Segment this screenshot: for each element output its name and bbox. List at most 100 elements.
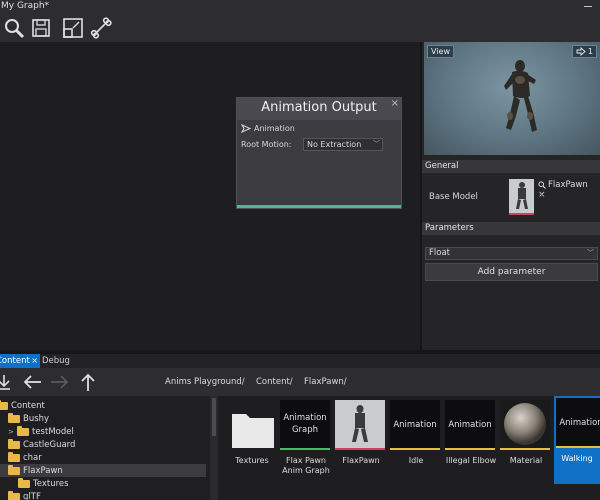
resize-icon[interactable] — [60, 15, 86, 41]
camera-button[interactable]: 1 — [571, 45, 597, 58]
asset-name: Walking — [561, 454, 593, 463]
breadcrumb-item[interactable]: Content/ — [256, 377, 293, 387]
animation-output-node[interactable]: Animation Output × Animation Root Motion… — [236, 97, 402, 209]
root-motion-select[interactable]: No Extraction ﹀ — [303, 138, 383, 151]
asset-item-walking[interactable]: Animation Walking — [554, 396, 600, 484]
tab-debug[interactable]: Debug — [42, 354, 70, 368]
view-button[interactable]: View — [427, 45, 454, 58]
folder-tree: Content Bushy > testModel CastleGuard ch… — [0, 396, 210, 500]
base-model-name: FlaxPawn — [548, 180, 588, 190]
general-header[interactable]: General — [422, 160, 600, 173]
folder-icon — [232, 414, 274, 448]
scrollbar-thumb[interactable] — [212, 398, 216, 436]
tree-item-label: FlaxPawn — [23, 465, 63, 476]
breadcrumb-item[interactable]: FlaxPawn/ — [304, 377, 347, 387]
asset-name: Flax Pawn Anim Graph — [282, 456, 330, 475]
chevron-down-icon: ﹀ — [373, 140, 380, 148]
asset-thumbnail: Animation — [445, 400, 495, 450]
animation-pin-label: Animation — [254, 124, 295, 133]
root-motion-value: No Extraction — [307, 140, 362, 149]
search-icon[interactable] — [538, 181, 546, 189]
asset-item-anim-graph[interactable]: Animation Graph Flax Pawn Anim Graph — [280, 398, 332, 486]
folder-icon — [8, 464, 20, 475]
import-icon[interactable] — [0, 372, 14, 392]
asset-thumbnail: Animation — [556, 398, 600, 448]
root-motion-row: Root Motion: — [241, 140, 291, 149]
asset-type-text: Animation — [559, 418, 600, 428]
tree-item-textures[interactable]: Textures — [18, 477, 69, 490]
base-model-value[interactable]: FlaxPawn — [538, 180, 588, 190]
tree-item-char[interactable]: char — [8, 451, 42, 464]
window-title: My Graph* — [1, 1, 50, 11]
forward-arrow-icon[interactable] — [50, 372, 70, 392]
chevron-down-icon: ﹀ — [587, 249, 594, 257]
tree-item-label: testModel — [32, 426, 74, 437]
node-header[interactable]: Animation Output × — [237, 98, 401, 120]
material-sphere-image — [504, 403, 546, 445]
tree-item-label: Textures — [33, 478, 69, 489]
asset-item-material[interactable]: Material — [500, 398, 552, 486]
save-icon[interactable] — [28, 15, 54, 41]
tree-item-label: char — [23, 452, 42, 463]
bone-icon[interactable] — [88, 15, 114, 41]
model-thumbnail-image — [516, 182, 528, 209]
node-footer-bar — [237, 205, 401, 208]
tree-item-label: Bushy — [23, 413, 50, 424]
tree-item-castleguard[interactable]: CastleGuard — [8, 438, 75, 451]
clear-model-icon[interactable]: × — [538, 190, 546, 200]
tree-item-flaxpawn[interactable]: FlaxPawn — [0, 464, 206, 477]
asset-thumbnail: Animation Graph — [280, 400, 330, 450]
asset-name: Material — [509, 456, 543, 465]
asset-type-text: Animation — [393, 420, 437, 430]
asset-thumbnail: Animation — [390, 400, 440, 450]
content-toolbar: Anims Playground/ Content/ FlaxPawn/ — [0, 368, 600, 396]
folder-icon — [17, 425, 29, 436]
asset-item-flaxpawn[interactable]: FlaxPawn — [335, 398, 387, 486]
folder-icon — [8, 451, 20, 462]
asset-name: Textures — [235, 456, 269, 465]
model-thumbnail-image — [352, 405, 368, 442]
asset-name: FlaxPawn — [342, 456, 380, 465]
base-model-thumbnail[interactable] — [509, 179, 534, 215]
tab-content-label: Content — [0, 356, 30, 366]
tree-item-label: glTF — [23, 491, 41, 500]
tree-item-label: CastleGuard — [23, 439, 76, 450]
chevron-right-icon[interactable]: > — [8, 428, 14, 436]
folder-icon — [8, 490, 20, 500]
breadcrumb-item[interactable]: Anims Playground/ — [165, 377, 245, 387]
asset-item-idle[interactable]: Animation Idle — [390, 398, 442, 486]
node-close-icon[interactable]: × — [391, 98, 399, 109]
asset-type-text: Animation — [448, 420, 492, 430]
tab-bar: Content × Debug — [0, 354, 600, 368]
model-preview[interactable]: View 1 — [424, 42, 600, 155]
title-bar: My Graph* — [0, 0, 600, 14]
asset-type-text: Animation Graph — [283, 413, 327, 435]
folder-icon — [0, 399, 8, 410]
add-parameter-button[interactable]: Add parameter — [425, 263, 598, 281]
tree-item-gltf[interactable]: glTF — [8, 490, 41, 500]
tree-item-content[interactable]: Content — [0, 399, 45, 412]
animation-input-pin[interactable]: Animation — [241, 124, 295, 133]
parameters-header[interactable]: Parameters — [422, 222, 600, 235]
asset-name: Illegal Elbow — [445, 456, 497, 465]
asset-item-textures[interactable]: Textures — [226, 398, 278, 486]
asset-thumbnail — [226, 400, 276, 450]
asset-item-illegal-elbow[interactable]: Animation Illegal Elbow — [445, 398, 497, 486]
camera-arrow-icon — [576, 47, 586, 56]
back-arrow-icon[interactable] — [22, 372, 42, 392]
tab-close-icon[interactable]: × — [31, 354, 38, 368]
up-arrow-icon[interactable] — [78, 372, 98, 392]
parameter-type-select[interactable]: Float ﹀ — [425, 247, 598, 260]
tree-item-testmodel[interactable]: > testModel — [8, 425, 74, 438]
folder-icon — [8, 438, 20, 449]
search-icon[interactable] — [1, 15, 27, 41]
pin-arrow-icon — [241, 124, 251, 133]
minimize-button[interactable] — [584, 6, 592, 7]
tree-item-bushy[interactable]: Bushy — [8, 412, 49, 425]
tree-scrollbar[interactable] — [210, 396, 218, 500]
character-model-image — [504, 60, 537, 132]
tab-content[interactable]: Content × — [0, 354, 40, 368]
base-model-label: Base Model — [429, 192, 478, 202]
asset-thumbnail — [500, 400, 550, 450]
node-title: Animation Output — [261, 100, 377, 115]
